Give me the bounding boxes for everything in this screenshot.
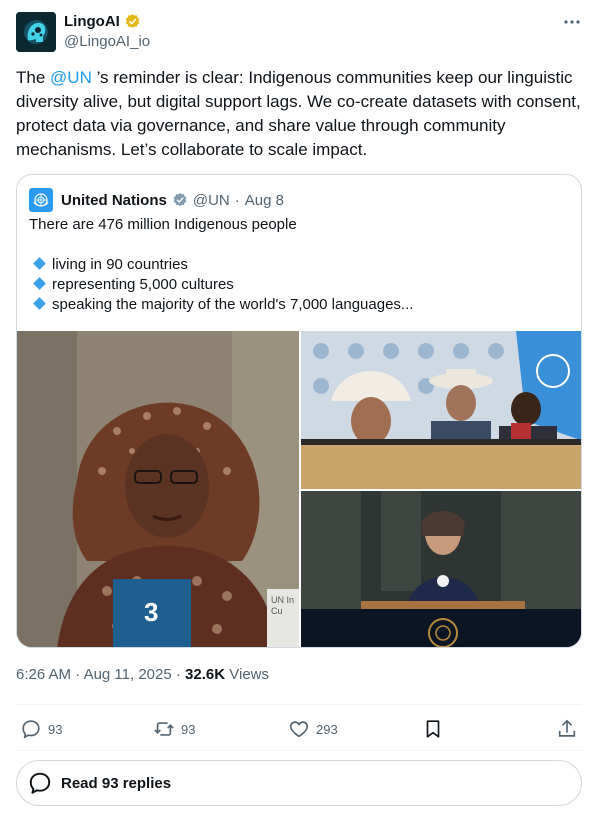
like-count: 293 [316, 721, 338, 737]
un-emblem-icon [33, 193, 49, 207]
like-button[interactable]: 293 [288, 714, 338, 744]
media-photo-panel[interactable] [301, 331, 581, 489]
quoted-tweet[interactable]: United Nations @UN · Aug 8 There are 476… [16, 174, 582, 648]
divider [16, 704, 582, 705]
read-replies-button[interactable]: Read 93 replies [16, 760, 582, 806]
media-photo-speaker[interactable]: 3 UN In Cu [17, 331, 299, 647]
quoted-date[interactable]: Aug 8 [245, 192, 284, 209]
repost-count: 93 [181, 721, 196, 737]
views-label: Views [229, 666, 269, 683]
panel-photo-image [301, 331, 581, 489]
bookmark-button[interactable] [422, 714, 444, 744]
tweet-text: The @UN ’s reminder is clear: Indigenous… [16, 66, 582, 162]
tweet-text-before: The [16, 68, 51, 87]
share-button[interactable] [556, 714, 578, 744]
repost-button[interactable]: 93 [153, 714, 195, 744]
meta-separator: · [75, 666, 81, 683]
reply-count: 93 [48, 721, 63, 737]
share-icon [558, 719, 576, 737]
tweet-header: LingoAI @LingoAI_io [16, 12, 582, 56]
reply-button[interactable]: 93 [20, 714, 62, 744]
read-replies-label: Read 93 replies [61, 774, 172, 792]
podium-photo-image [301, 491, 581, 647]
placard-number: 3 [144, 597, 159, 627]
views-count: 32.6K [185, 666, 226, 683]
meta-separator: · [175, 666, 181, 683]
bookmark-icon [426, 720, 440, 738]
speech-bubble-icon [29, 772, 51, 794]
verified-badge-icon[interactable] [124, 13, 141, 30]
blue-diamond-icon [33, 297, 46, 310]
quoted-text: There are 476 million Indigenous people … [29, 215, 569, 315]
mention-link[interactable]: @UN [50, 68, 92, 87]
tweet-text-after: ’s reminder is clear: Indigenous communi… [16, 68, 581, 159]
author-display-name[interactable]: LingoAI [64, 13, 120, 30]
more-options-button[interactable] [562, 12, 582, 32]
quoted-lead: There are 476 million Indigenous people [29, 216, 297, 233]
action-bar: 93 93 293 [16, 714, 582, 744]
repost-icon [154, 722, 174, 736]
divider [16, 750, 582, 751]
tweet-date[interactable]: Aug 11, 2025 [84, 666, 172, 683]
blue-diamond-icon [33, 277, 46, 290]
quoted-display-name[interactable]: United Nations [61, 192, 167, 209]
un-avatar[interactable] [29, 188, 53, 212]
placard-sign-text: UN In Cu [271, 595, 295, 616]
bullet-item: living in 90 countries [29, 255, 569, 275]
heart-icon [289, 721, 309, 738]
author-avatar[interactable] [16, 12, 56, 52]
tweet-meta: 6:26 AM · Aug 11, 2025 · 32.6K Views [16, 666, 269, 683]
blue-diamond-icon [33, 257, 46, 270]
more-dots-icon [564, 20, 580, 24]
gray-verified-badge-icon[interactable] [172, 192, 188, 208]
quoted-separator: · [234, 191, 240, 209]
bullet-item: speaking the majority of the world's 7,0… [29, 295, 569, 315]
brain-logo-icon [16, 12, 56, 52]
media-photo-podium[interactable] [301, 491, 581, 647]
quoted-handle[interactable]: @UN [193, 192, 230, 209]
bullet-item: representing 5,000 cultures [29, 275, 569, 295]
author-handle[interactable]: @LingoAI_io [64, 33, 150, 50]
reply-icon [22, 720, 40, 739]
media-grid: 3 UN In Cu [17, 331, 581, 647]
tweet-time[interactable]: 6:26 AM [16, 666, 71, 683]
